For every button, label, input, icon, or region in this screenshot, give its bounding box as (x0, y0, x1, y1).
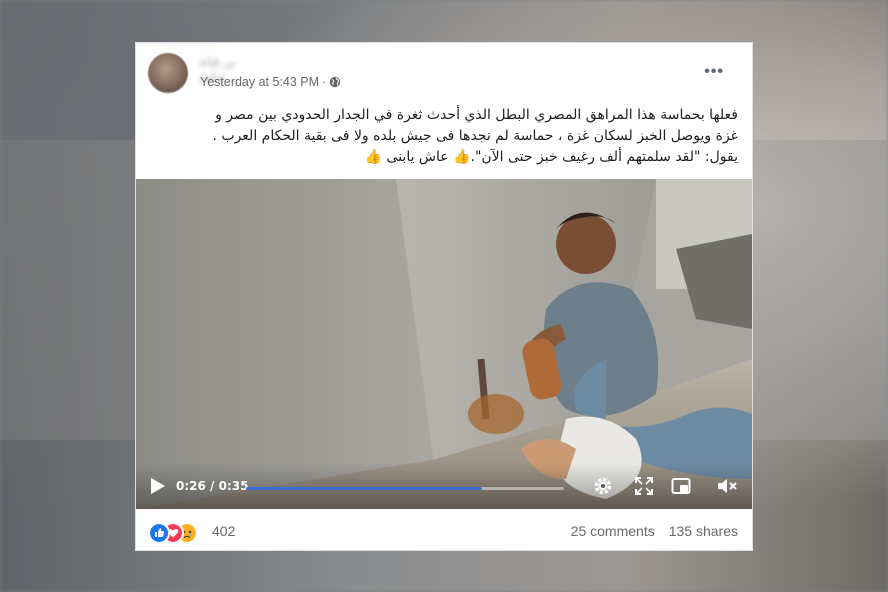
progress-fill (246, 487, 483, 490)
post-text: فعلها بحماسة هذا المراهق المصري البطل ال… (148, 105, 739, 168)
shares-count[interactable]: 135 shares (669, 523, 738, 539)
more-options-icon[interactable]: ••• (704, 64, 724, 80)
fullscreen-icon[interactable] (633, 475, 655, 497)
post-text-line: يقول: "لقد سلمتهم ألف رغيف خبز حتى الآن"… (364, 149, 738, 165)
reaction-icons[interactable] (148, 522, 208, 544)
like-icon (148, 522, 170, 544)
video-time: 0:26 / 0:35 (176, 479, 248, 493)
post-stats: 25 comments 135 shares (571, 523, 738, 539)
settings-icon[interactable] (592, 475, 614, 497)
video-player[interactable]: 0:26 / 0:35 (136, 179, 752, 509)
avatar[interactable] (148, 53, 188, 93)
facebook-post-card: بن فتاة سليم Yesterday at 5:43 PM · ••• … (135, 42, 753, 551)
picture-in-picture-icon[interactable] (670, 475, 692, 497)
duration: 0:35 (218, 479, 249, 493)
author-name[interactable]: بن فتاة سليم (200, 55, 258, 83)
post-text-line: فعلها بحماسة هذا المراهق المصري البطل ال… (215, 107, 738, 123)
post-meta: Yesterday at 5:43 PM · (200, 75, 341, 89)
comments-count[interactable]: 25 comments (571, 523, 655, 539)
current-time: 0:26 (176, 479, 206, 493)
post-footer: 402 25 comments 135 shares (148, 519, 738, 544)
meta-separator: · (322, 75, 327, 89)
post-header: بن فتاة سليم Yesterday at 5:43 PM · ••• (148, 53, 740, 93)
reaction-count[interactable]: 402 (212, 523, 235, 539)
progress-bar[interactable] (246, 487, 564, 490)
post-timestamp[interactable]: Yesterday at 5:43 PM (200, 75, 319, 89)
time-separator: / (205, 479, 219, 493)
post-text-line: غزة ويوصل الخبز لسكان غزة ، حماسة لم نجد… (212, 128, 739, 144)
volume-muted-icon[interactable] (716, 475, 738, 497)
video-frame (136, 179, 752, 509)
play-icon[interactable] (150, 477, 166, 495)
globe-icon (330, 76, 341, 88)
video-controls: 0:26 / 0:35 (136, 463, 752, 509)
